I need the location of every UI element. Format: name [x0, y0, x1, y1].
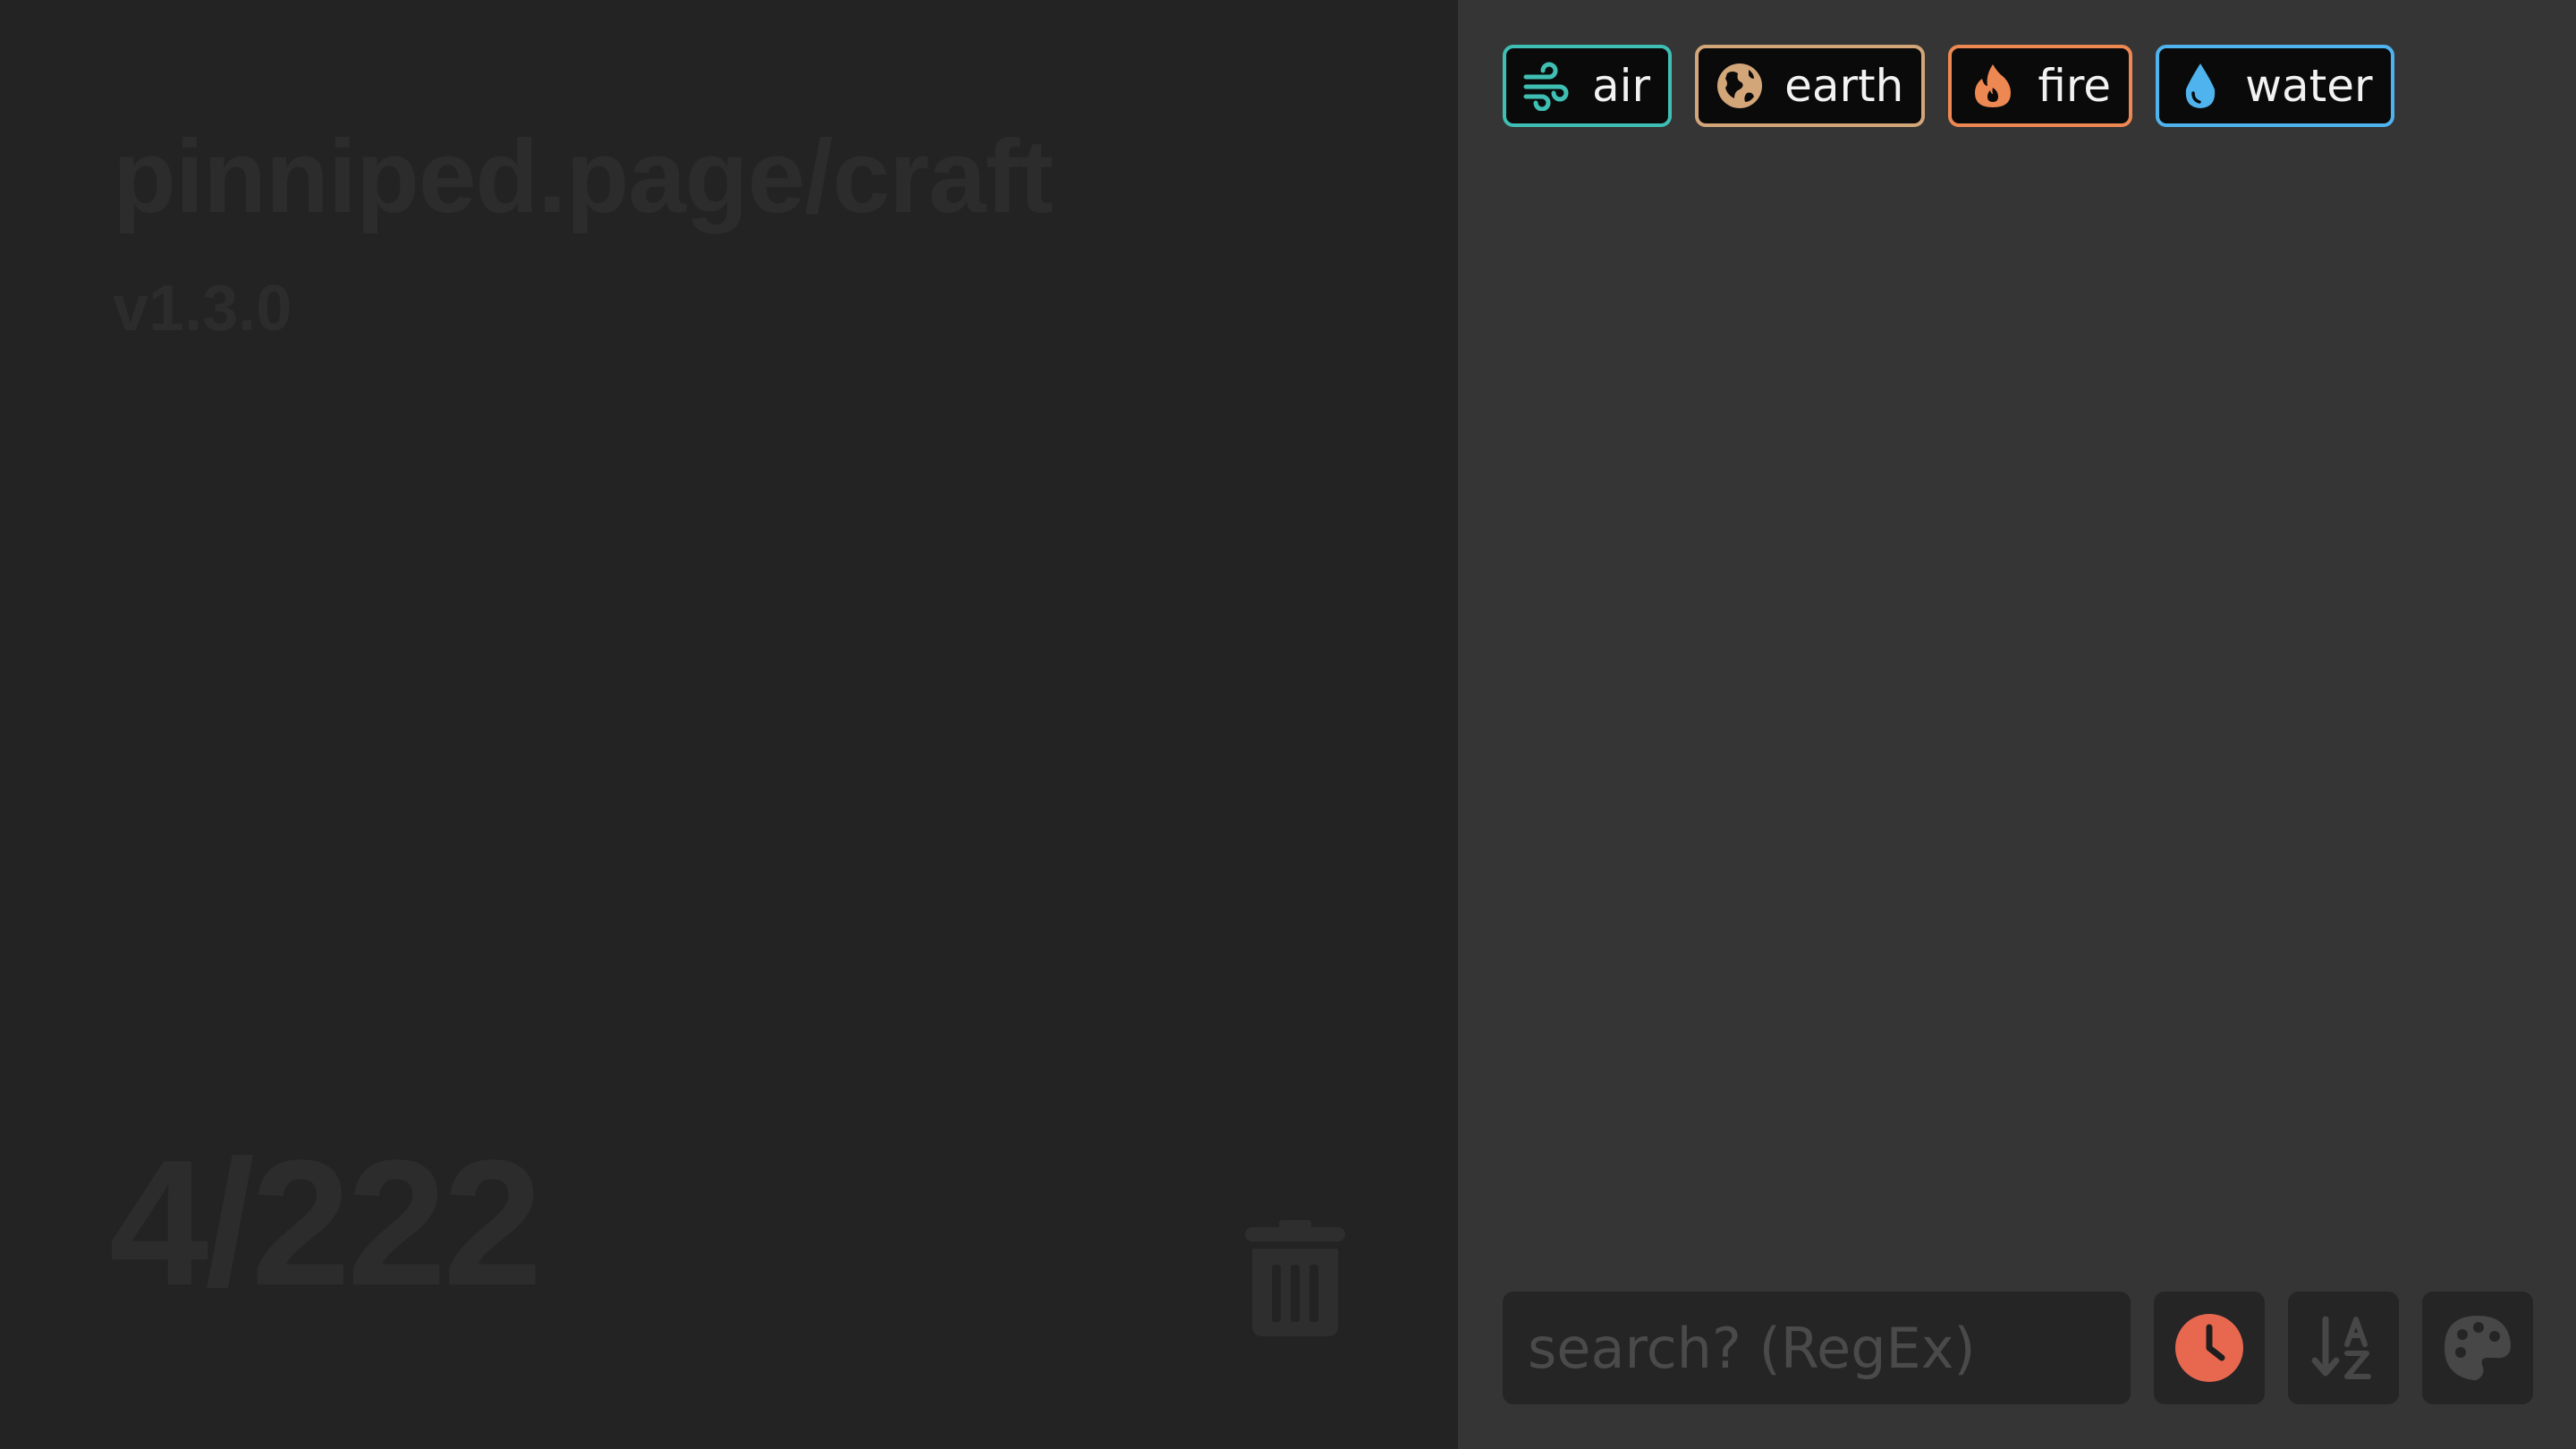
wind-icon [1522, 61, 1572, 111]
element-fire[interactable]: fire [1948, 45, 2133, 127]
app: pinniped.page/craft v1.3.0 4/222 air ear… [0, 0, 2576, 1449]
water-icon [2175, 61, 2225, 111]
theme-button[interactable] [2422, 1292, 2533, 1404]
element-label: earth [1784, 60, 1904, 112]
palette-icon [2445, 1316, 2511, 1381]
sort-by-time-button[interactable] [2154, 1292, 2265, 1404]
trash-icon [1245, 1220, 1345, 1336]
crafting-canvas[interactable]: pinniped.page/craft v1.3.0 4/222 [0, 0, 1458, 1449]
trash-button[interactable] [1245, 1220, 1345, 1336]
sort-alpha-icon [2311, 1316, 2371, 1379]
search-input[interactable] [1503, 1292, 2131, 1404]
earth-icon [1715, 61, 1765, 111]
element-label: fire [2038, 60, 2112, 112]
site-title: pinniped.page/craft [113, 118, 1054, 234]
fire-icon [1968, 61, 2018, 111]
element-list: air earth fire water [1503, 45, 2394, 127]
element-air[interactable]: air [1503, 45, 1673, 127]
bottom-toolbar [1503, 1292, 2533, 1404]
element-water[interactable]: water [2156, 45, 2394, 127]
sort-alphabetical-button[interactable] [2288, 1292, 2399, 1404]
element-label: water [2245, 60, 2373, 112]
element-label: air [1592, 60, 1651, 112]
version-label: v1.3.0 [113, 273, 292, 344]
discovered-counter: 4/222 [109, 1123, 542, 1323]
inventory-panel: air earth fire water search? (RegEx) [1458, 0, 2576, 1449]
clock-icon [2175, 1314, 2243, 1382]
element-earth[interactable]: earth [1695, 45, 1926, 127]
